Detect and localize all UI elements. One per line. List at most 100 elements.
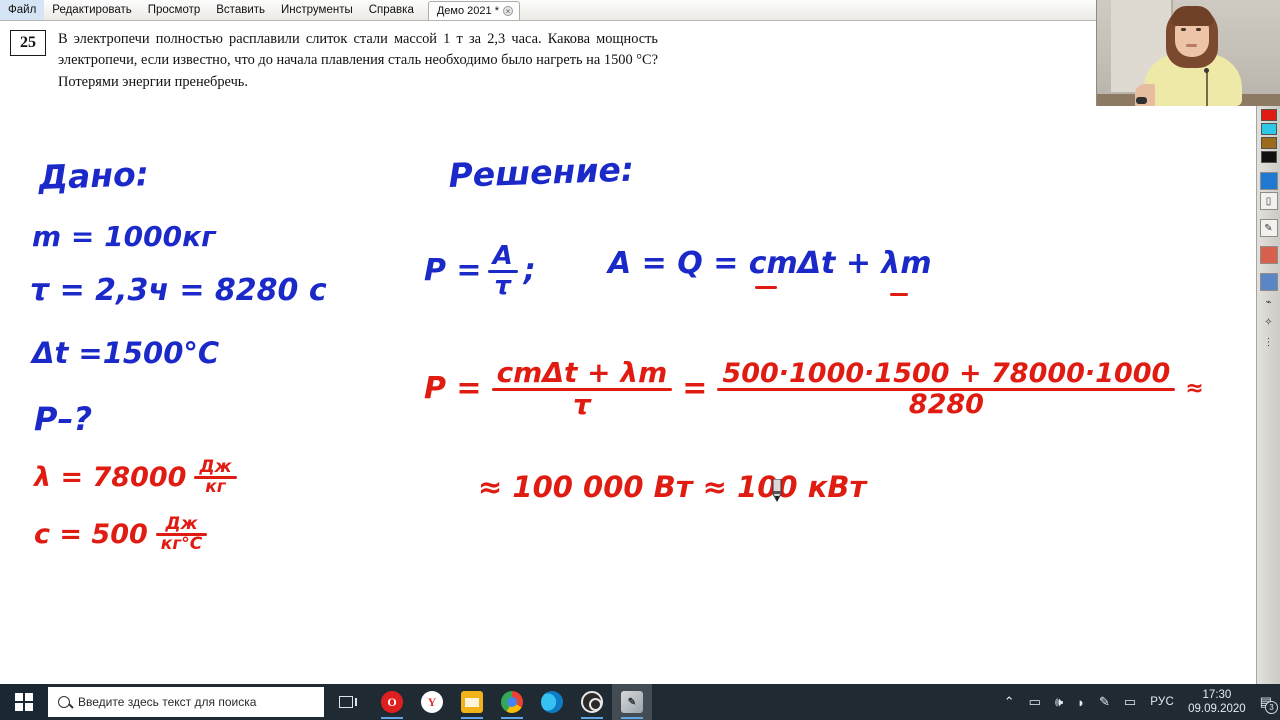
power-fraction: A τ: [487, 241, 518, 299]
document-tab-demo-2021[interactable]: Демо 2021 * ×: [427, 1, 520, 20]
semicolon: ;: [523, 253, 536, 289]
taskbar-app-whiteboard[interactable]: ✎: [612, 684, 652, 720]
battery-icon[interactable]: ▭: [1029, 694, 1041, 710]
taskbar-app-obs[interactable]: [572, 684, 612, 720]
lambda-unit-numerator: Дж: [199, 457, 232, 477]
menu-item-file[interactable]: Файл: [0, 0, 45, 20]
menu-item-help[interactable]: Справка: [361, 0, 422, 20]
underline-c: [755, 286, 777, 289]
problem-statement: 25 В электропечи полностью расплавили сл…: [10, 29, 670, 93]
menu-item-edit[interactable]: Редактировать: [44, 0, 139, 20]
color-swatch-red[interactable]: [1260, 109, 1277, 121]
menu-item-view[interactable]: Просмотр: [140, 0, 209, 20]
tool-more-icon[interactable]: ⋮: [1260, 333, 1278, 351]
tool-shape-icon[interactable]: ⌁: [1260, 293, 1278, 311]
wifi-icon[interactable]: ◗: [1077, 695, 1085, 710]
problem-text: В электропечи полностью расплавили слито…: [58, 31, 658, 90]
constant-c-label: c = 500: [34, 519, 148, 551]
given-find-power: P–?: [34, 400, 93, 438]
tool-sidebar: ▯ ✎ ⌁ ✧ ⋮: [1256, 106, 1280, 684]
clock-date: 09.09.2020: [1188, 703, 1246, 715]
solution-formula-work: A = Q = cmΔt + λm: [608, 246, 932, 281]
taskbar-search-box[interactable]: Введите здесь текст для поиска: [48, 687, 324, 717]
webcam-person-fringe: [1171, 6, 1213, 26]
running-indicator: [581, 717, 603, 719]
c-unit-numerator: Дж: [165, 514, 198, 534]
folder-icon: [461, 691, 483, 713]
color-swatch-cyan[interactable]: [1260, 123, 1277, 135]
constant-lambda-label: λ = 78000: [34, 462, 187, 494]
webcam-clip-microphone: [1204, 68, 1209, 73]
webcam-person-mouth: [1186, 44, 1197, 47]
running-indicator: [461, 717, 483, 719]
taskbar-app-chrome[interactable]: [492, 684, 532, 720]
windows-taskbar: Введите здесь текст для поиска O Y ✎ ⌃ ▭…: [0, 684, 1280, 720]
clock-time: 17:30: [1202, 688, 1232, 701]
taskbar-app-yandex[interactable]: Y: [412, 684, 452, 720]
color-swatch-black[interactable]: [1260, 151, 1277, 163]
power-fraction-numerator: A: [492, 241, 513, 271]
whiteboard-canvas[interactable]: 25 В электропечи полностью расплавили сл…: [0, 21, 1256, 684]
calc-symbolic-numerator: cmΔt + λm: [496, 356, 668, 389]
edge-icon: [541, 691, 563, 713]
close-icon[interactable]: ×: [502, 6, 513, 16]
notification-count-badge: 3: [1265, 701, 1278, 714]
obs-icon: [581, 691, 603, 713]
notifications-button[interactable]: ▤ 3: [1260, 694, 1278, 714]
pen-icon[interactable]: ✎: [1099, 694, 1110, 710]
screen: Файл Редактировать Просмотр Вставить Инс…: [0, 0, 1280, 720]
chevron-up-icon[interactable]: ⌃: [1004, 694, 1015, 710]
tool-line-width-icon[interactable]: ▯: [1259, 192, 1278, 210]
solution-answer: ≈ 100 000 Вт ≈ 100 кВт: [478, 470, 867, 504]
tool-fill-icon[interactable]: [1259, 172, 1278, 190]
power-symbol: P =: [424, 253, 482, 289]
constant-lambda: λ = 78000 Дж кг: [34, 457, 237, 498]
document-tab-label: Демо 2021 *: [436, 5, 499, 17]
lambda-unit-denominator: кг: [205, 477, 226, 498]
clock[interactable]: 17:30 09.09.2020: [1188, 688, 1246, 717]
given-time: τ = 2,3ч = 8280 с: [30, 273, 327, 308]
touch-keyboard-icon[interactable]: ▭: [1124, 694, 1136, 710]
tool-pencil-icon[interactable]: ✎: [1259, 219, 1278, 237]
task-view-button[interactable]: [324, 684, 368, 720]
tool-eraser-icon[interactable]: [1259, 246, 1278, 264]
running-indicator: [381, 717, 403, 719]
calc-fraction-numeric: 500·1000·1500 + 78000·1000 8280: [717, 358, 1176, 420]
yandex-icon: Y: [421, 691, 443, 713]
solution-title: Решение:: [447, 149, 635, 195]
webcam-mic-cord: [1206, 72, 1208, 106]
given-title: Дано:: [37, 154, 150, 197]
start-button[interactable]: [0, 684, 48, 720]
calc-numeric-denominator: 8280: [908, 388, 984, 420]
running-indicator: [621, 717, 643, 719]
taskbar-app-file-explorer[interactable]: [452, 684, 492, 720]
webcam-overlay: [1096, 0, 1280, 106]
search-icon: [58, 696, 70, 708]
taskbar-app-opera[interactable]: O: [372, 684, 412, 720]
problem-number: 25: [10, 30, 46, 56]
pen-cursor-icon: [772, 479, 782, 503]
language-indicator[interactable]: РУС: [1150, 696, 1174, 708]
color-swatch-brown[interactable]: [1260, 137, 1277, 149]
calc-numeric-numerator: 500·1000·1500 + 78000·1000: [722, 358, 1171, 390]
volume-icon[interactable]: 🕪: [1055, 694, 1063, 710]
given-mass: m = 1000кг: [32, 220, 216, 253]
system-tray: ⌃ ▭ 🕪 ◗ ✎ ▭ РУС 17:30 09.09.2020 ▤ 3: [1004, 688, 1280, 717]
taskbar-app-edge[interactable]: [532, 684, 572, 720]
c-unit-denominator: кг°C: [160, 534, 203, 555]
menu-item-insert[interactable]: Вставить: [208, 0, 273, 20]
menu-item-tools[interactable]: Инструменты: [273, 0, 361, 20]
tool-pointer-icon[interactable]: [1259, 273, 1278, 291]
tab-strip: Демо 2021 * ×: [427, 0, 520, 20]
webcam-person-eye-right: [1196, 28, 1201, 31]
constant-specific-heat: c = 500 Дж кг°C: [34, 514, 208, 555]
tool-text-icon[interactable]: ✧: [1260, 313, 1278, 331]
menu-bar: Файл Редактировать Просмотр Вставить Инс…: [0, 0, 1280, 21]
search-placeholder: Введите здесь текст для поиска: [78, 695, 257, 709]
given-delta-t: Δt =1500°C: [32, 336, 220, 370]
constant-lambda-units: Дж кг: [194, 457, 237, 498]
opera-icon: O: [381, 691, 403, 713]
taskbar-app-list: O Y ✎: [372, 684, 652, 720]
calc-power-symbol: P =: [424, 371, 482, 407]
solution-calculation: P = cmΔt + λm τ = 500·1000·1500 + 78000·…: [424, 356, 1204, 420]
